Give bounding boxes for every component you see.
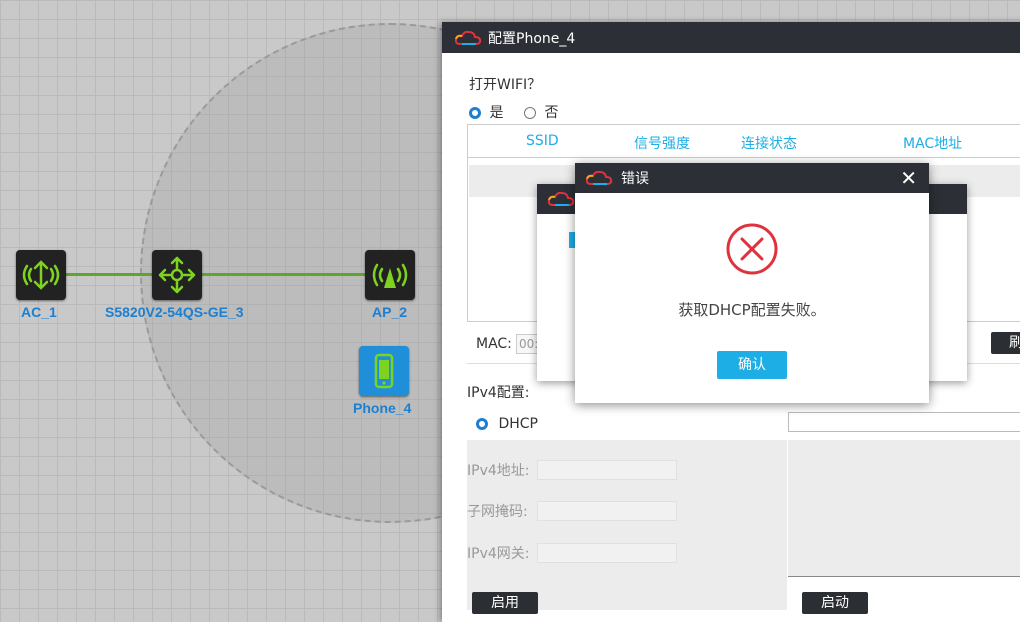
close-icon[interactable]: ✕ [900, 167, 917, 189]
switch-icon[interactable] [152, 250, 202, 300]
wifi-yes-label: 是 [489, 105, 504, 121]
dhcp-status-field [788, 412, 1020, 432]
config-window-titlebar[interactable]: 配置Phone_4 [442, 22, 1020, 53]
error-dialog-title: 错误 [621, 171, 649, 187]
subnet-mask-label: 子网掩码: [467, 504, 528, 520]
static-ip-panel: IPv4地址: 子网掩码: IPv4网关: [467, 440, 787, 610]
node-label-switch: S5820V2-54QS-GE_3 [105, 304, 244, 320]
dhcp-option[interactable]: DHCP [476, 416, 538, 432]
dhcp-label: DHCP [498, 416, 538, 432]
confirm-button[interactable]: 确认 [717, 351, 787, 379]
link-ac-switch [62, 273, 157, 276]
cloud-logo-icon [454, 30, 482, 46]
enable-button[interactable]: 启用 [472, 592, 538, 614]
wifi-yes-radio[interactable] [469, 107, 481, 119]
config-window-title: 配置Phone_4 [488, 30, 576, 47]
cloud-logo-icon [547, 191, 575, 206]
node-label-phone: Phone_4 [353, 400, 412, 416]
node-label-ap: AP_2 [372, 304, 408, 320]
dhcp-log-panel [788, 440, 1020, 577]
start-button[interactable]: 启动 [802, 592, 868, 614]
table-header-signal: 信号强度 [634, 136, 690, 152]
ipv4-address-input[interactable] [537, 460, 677, 480]
wifi-no-radio[interactable] [524, 107, 536, 119]
error-icon [725, 222, 779, 280]
table-header-ssid: SSID [526, 133, 559, 149]
ipv4-section-label: IPv4配置: [467, 385, 530, 401]
error-dialog-titlebar[interactable]: 错误 ✕ [575, 163, 929, 193]
cloud-logo-icon [585, 170, 613, 186]
mac-label: MAC: [476, 336, 512, 352]
wifi-question-label: 打开WIFI？ [469, 77, 542, 93]
wifi-no-option[interactable]: 否 [524, 102, 558, 122]
wireless-ac-icon[interactable] [16, 250, 66, 300]
error-message: 获取DHCP配置失败。 [678, 301, 826, 319]
subnet-mask-input[interactable] [537, 501, 677, 521]
access-point-icon[interactable] [365, 250, 415, 300]
ipv4-gateway-label: IPv4网关: [467, 546, 530, 562]
node-label-ac: AC_1 [21, 304, 57, 320]
error-dialog: 错误 ✕ 获取DHCP配置失败。 确认 [575, 163, 929, 403]
link-switch-ap [200, 273, 368, 276]
table-header-status: 连接状态 [741, 136, 797, 152]
wifi-no-label: 否 [544, 105, 559, 121]
wifi-yes-option[interactable]: 是 [469, 102, 503, 122]
refresh-button[interactable]: 刷 [991, 332, 1020, 354]
ipv4-address-label: IPv4地址: [467, 463, 530, 479]
ipv4-gateway-input[interactable] [537, 543, 677, 563]
table-header-mac: MAC地址 [903, 136, 963, 152]
phone-icon[interactable] [359, 346, 409, 396]
dhcp-radio[interactable] [476, 418, 488, 430]
